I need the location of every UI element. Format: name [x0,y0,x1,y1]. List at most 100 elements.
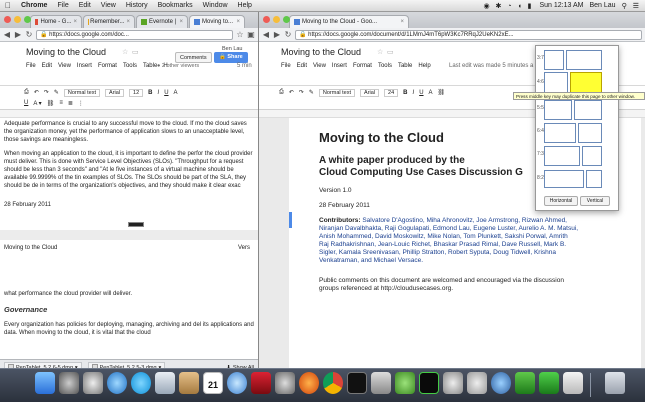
folder-icon[interactable]: ▭ [387,48,394,56]
tab-close-icon[interactable]: × [73,19,77,25]
link-icon[interactable]: ⛓ [47,100,55,107]
firefox-icon[interactable] [299,372,319,394]
star-icon[interactable]: ☆ [377,48,383,56]
activity-monitor-icon[interactable] [419,372,439,394]
doc-title[interactable]: Moving to the Cloud [281,47,361,57]
layout-row-5-5[interactable]: 5:5 [536,98,620,120]
footer-version[interactable]: Vers [238,244,250,252]
calendar-icon[interactable]: 21 [203,372,223,394]
public-comments-text[interactable]: Public comments on this document are wel… [319,277,579,293]
paragraph[interactable]: When moving an application to the cloud,… [4,150,254,191]
doc-menu-edit[interactable]: Edit [297,63,307,69]
address-input[interactable]: 🔒 https://docs.google.com/doc... [36,29,233,40]
align-left-icon[interactable]: ≡ [59,100,63,106]
bookmark-star-icon[interactable]: ☆ [236,30,244,39]
layout-cell[interactable] [544,123,576,143]
network-icon[interactable] [443,372,463,394]
contributors-text[interactable]: Contributors: Salvatore D'Agostino, Miha… [319,217,579,265]
minimize-icon[interactable] [273,16,280,23]
reload-icon[interactable]: ↻ [284,30,292,39]
menu-bookmarks[interactable]: Bookmarks [153,2,198,9]
layout-cell[interactable] [544,72,568,94]
menubar-clock[interactable]: Sun 12:13 AM [540,2,584,9]
layout-row-7-3[interactable]: 7:3 [536,144,620,166]
layout-cell[interactable] [566,50,602,70]
close-icon[interactable] [4,16,11,23]
paragraph[interactable]: Every organization has policies for depl… [4,321,254,337]
size-select[interactable]: 24 [384,88,399,97]
spotlight-icon[interactable]: ⚲ [622,2,627,10]
address-input[interactable]: 🔒 https://docs.google.com/document/d/1LM… [295,29,642,40]
menu-history[interactable]: History [121,2,153,9]
winow-icon[interactable] [539,372,559,394]
layout-row-8-2[interactable]: 8:2 [536,168,620,190]
menu-view[interactable]: View [96,2,121,9]
doc-menu-tools[interactable]: Tools [378,63,392,69]
paint-format-icon[interactable]: ✎ [309,89,314,96]
underline-icon[interactable]: U [164,90,168,96]
minimize-icon[interactable] [14,16,21,23]
layout-cell[interactable] [544,146,580,166]
back-icon[interactable]: ◀ [262,30,270,39]
evernote-icon[interactable] [395,372,415,394]
ruler[interactable] [0,110,258,118]
print-icon[interactable]: ⎙ [24,89,29,96]
bold-icon[interactable]: B [403,90,407,96]
numbered-list-icon[interactable]: ⋮ [78,100,84,107]
redo-icon[interactable]: ↷ [299,89,304,96]
tab-close-icon[interactable]: × [126,19,130,25]
terminal-icon[interactable] [347,372,367,394]
zoom-icon[interactable] [24,16,31,23]
contacts-icon[interactable] [179,372,199,394]
doc-menu-tools[interactable]: Tools [123,63,137,69]
tab-evernote[interactable]: Evernote | × [136,15,188,28]
extension-icon[interactable]: ▣ [247,30,255,39]
share-button[interactable]: 🔒 Share [214,52,248,63]
size-select[interactable]: 12 [129,88,144,97]
doc-title[interactable]: Moving to the Cloud [26,47,106,57]
trash-icon[interactable] [605,372,625,394]
layout-cell[interactable] [574,100,602,120]
reload-icon[interactable]: ↻ [25,30,33,39]
globe-icon[interactable] [491,372,511,394]
mail-icon[interactable] [155,372,175,394]
tab-remember[interactable]: Remember... × [83,15,135,28]
zoom-icon[interactable] [283,16,290,23]
edit-status[interactable]: Last edit was made 5 minutes a [449,63,533,69]
doc-menu-format[interactable]: Format [98,63,117,69]
text-color-icon-2[interactable]: A ▾ [33,100,41,107]
folder-icon[interactable]: ▭ [132,48,139,56]
link-icon[interactable]: ⛓ [438,89,446,96]
documents-icon[interactable] [563,372,583,394]
safari-icon[interactable] [107,372,127,394]
layout-row-6-4[interactable]: 6:4 [536,121,620,143]
style-select[interactable]: Normal text [63,88,101,97]
edit-status[interactable]: 5 min [237,63,252,69]
doc-menu-table[interactable]: Table [143,63,157,69]
menu-window[interactable]: Window [198,2,233,9]
section-heading[interactable]: Governance [4,305,47,314]
viewers-count[interactable]: ● 2 other viewers [157,63,199,69]
highlight-icon[interactable]: U [24,100,28,106]
menubar-user[interactable]: Ben Lau [589,2,615,9]
itunes-icon[interactable] [227,372,247,394]
doc-menu-file[interactable]: File [26,63,36,69]
menu-help[interactable]: Help [233,2,257,9]
doc-menu-insert[interactable]: Insert [77,63,92,69]
left-doc-page[interactable]: Adequate performance is crucial to any s… [0,118,258,340]
bold-icon[interactable]: B [148,90,152,96]
finder-icon[interactable] [35,372,55,394]
layout-cell[interactable] [578,123,602,143]
layout-row-4-6[interactable]: 4:6 [536,72,620,94]
paragraph[interactable]: what performance the cloud provider will… [4,290,132,298]
menu-file[interactable]: File [52,2,73,9]
tab-home[interactable]: Home - G... × [30,15,82,28]
menu-app[interactable]: Chrome [16,2,52,9]
doc-menu-view[interactable]: View [58,63,71,69]
preferences-icon[interactable] [275,372,295,394]
doc-menu-format[interactable]: Format [353,63,372,69]
layout-cell-highlighted[interactable] [570,72,602,94]
tab-moving-right[interactable]: Moving to the Cloud - Goo... × [289,15,409,28]
doc-menu-insert[interactable]: Insert [332,63,347,69]
doc-menu-edit[interactable]: Edit [42,63,52,69]
